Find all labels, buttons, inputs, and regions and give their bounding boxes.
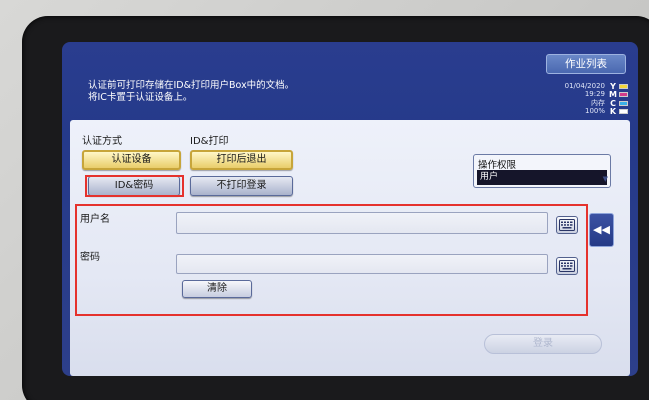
credentials-highlight [75,204,588,316]
toner-k-bar [619,109,628,115]
login-panel: 认证方式 ID&打印 认证设备 打印后退出 ID&密码 不打印登录 操作权限 用… [70,120,630,376]
status-block: 01/04/2020 Y 19:29 M 内存 C 100% K [536,82,628,116]
toner-k-label: K [609,107,617,117]
rewind-icon[interactable]: ◀◀ [589,213,614,247]
auth-device-button[interactable]: 认证设备 [82,150,181,170]
id-print-label: ID&打印 [190,136,229,147]
login-button[interactable]: 登录 [484,334,602,354]
toner-y-bar [619,83,628,89]
print-logout-button[interactable]: 打印后退出 [190,150,293,170]
id-password-highlight [85,175,184,197]
job-list-button[interactable]: 作业列表 [546,54,626,74]
toner-c-bar [619,100,628,106]
memory-value: 100% [584,107,605,116]
no-print-login-button[interactable]: 不打印登录 [190,176,293,196]
chevron-down-icon: ▼ [602,175,608,183]
permission-dropdown[interactable]: 操作权限 用户 ▼ [473,154,611,188]
touch-screen: 认证前可打印存储在ID&打印用户Box中的文档。 将IC卡置于认证设备上。 作业… [62,42,638,376]
instruction-line-1: 认证前可打印存储在ID&打印用户Box中的文档。 [88,80,295,91]
permission-label: 操作权限 [478,160,517,171]
instruction-message: 认证前可打印存储在ID&打印用户Box中的文档。 将IC卡置于认证设备上。 [88,80,428,104]
permission-selected-value: 用户 [477,170,607,185]
toner-m-bar [619,92,628,98]
instruction-line-2: 将IC卡置于认证设备上。 [88,92,193,103]
auth-method-label: 认证方式 [82,136,122,147]
